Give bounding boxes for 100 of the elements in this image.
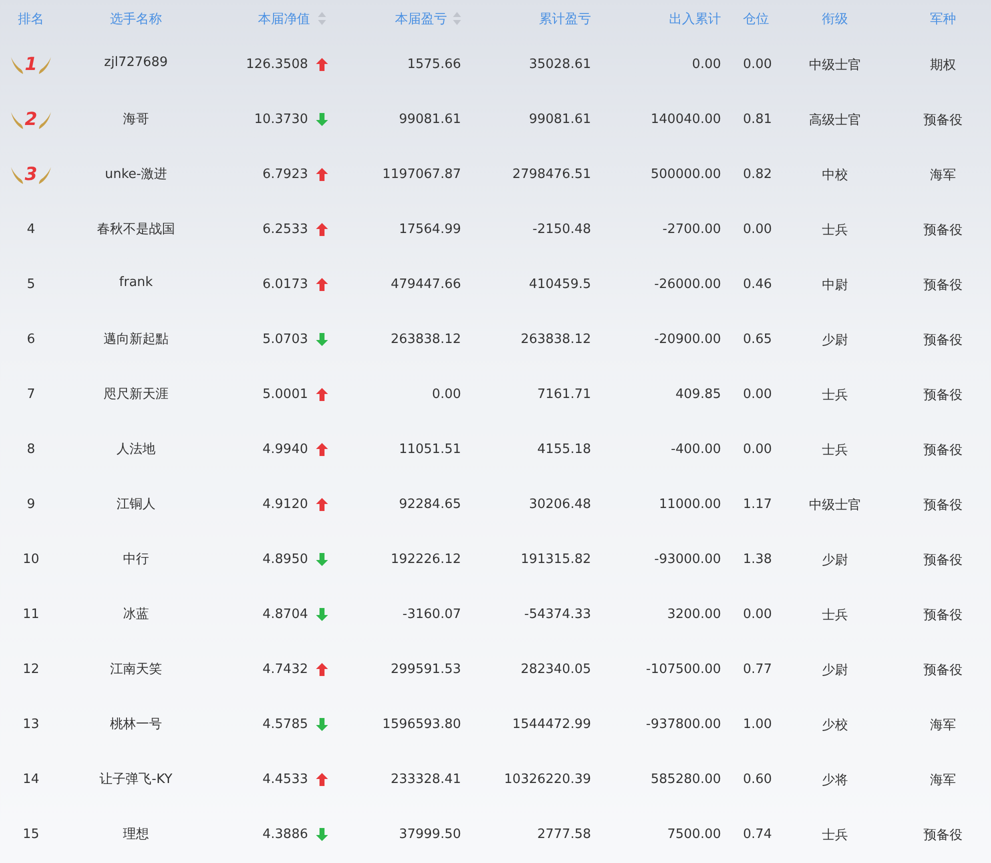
table-cell: 0.00 — [692, 57, 721, 72]
wing-icon — [38, 110, 52, 130]
table-cell: 2777.58 — [537, 827, 591, 842]
column-header: 本届盈亏 — [395, 10, 447, 28]
table-cell-text: 士兵 — [822, 826, 848, 844]
table-cell-text: 海军 — [930, 166, 956, 184]
net-value: 4.4533 — [262, 772, 308, 787]
player-name: 人法地 — [116, 441, 156, 458]
table-cell: 1.17 — [743, 497, 772, 512]
table-cell: 7500.00 — [667, 827, 721, 842]
table-cell: 37999.50 — [398, 827, 461, 842]
column-header: 出入累计 — [669, 10, 721, 28]
net-value: 4.8704 — [262, 607, 308, 622]
column-header: 选手名称 — [110, 10, 162, 28]
net-value: 5.0703 — [262, 332, 308, 347]
net-value: 5.0001 — [262, 387, 308, 402]
table-cell-text: 预备役 — [924, 112, 962, 128]
table-cell-text: 少尉 — [822, 552, 848, 568]
table-cell-text: 预备役 — [924, 662, 962, 678]
table-cell-text: 海军 — [930, 716, 956, 734]
table-cell: 4155.18 — [537, 442, 591, 457]
player-name: 理想 — [123, 826, 149, 843]
table-cell: 282340.05 — [520, 662, 591, 677]
table-cell: -107500.00 — [646, 662, 721, 677]
table-cell: 1596593.80 — [382, 717, 461, 732]
rank-number: 3 — [24, 164, 38, 185]
player-name: unke-激进 — [104, 166, 168, 183]
table-cell-text: 预备役 — [924, 222, 962, 238]
player-name: 邁向新起點 — [104, 331, 168, 348]
table-cell-text: 预备役 — [924, 442, 962, 458]
table-cell: 92284.65 — [398, 497, 461, 512]
player-name: 桃林一号 — [110, 716, 162, 733]
net-value: 4.9940 — [262, 442, 308, 457]
table-cell: 99081.61 — [398, 112, 461, 127]
table-cell: 192226.12 — [390, 552, 461, 567]
table-cell: -20900.00 — [654, 332, 721, 347]
player-name: 春秋不是战国 — [97, 221, 175, 238]
table-cell: 1.00 — [743, 717, 772, 732]
rank-number: 7 — [26, 387, 36, 402]
column-header: 本届净值 — [258, 10, 310, 28]
net-value: 6.0173 — [262, 277, 308, 292]
rank-number: 1 — [24, 54, 38, 75]
table-cell: 191315.82 — [520, 552, 591, 567]
table-cell-text: 士兵 — [822, 222, 848, 238]
net-value: 6.7923 — [262, 167, 308, 182]
table-cell-text: 海军 — [930, 772, 956, 788]
table-cell-text: 预备役 — [924, 826, 962, 844]
table-cell: 1575.66 — [407, 57, 461, 72]
table-cell-text: 中校 — [822, 166, 848, 184]
table-cell: 585280.00 — [650, 772, 721, 787]
table-cell: 30206.48 — [528, 497, 591, 512]
wing-icon — [10, 110, 24, 130]
table-cell: 35028.61 — [528, 57, 591, 72]
sort-icon[interactable] — [453, 12, 461, 25]
sort-icon[interactable] — [318, 12, 326, 25]
table-cell: 0.00 — [743, 387, 772, 402]
wing-icon — [10, 54, 24, 74]
net-value: 4.3886 — [262, 827, 308, 842]
table-cell: 99081.61 — [528, 112, 591, 127]
rank-number: 11 — [22, 607, 40, 622]
table-cell-text: 士兵 — [822, 442, 848, 458]
rank-number: 8 — [26, 442, 36, 457]
table-cell: 233328.41 — [390, 772, 461, 787]
column-header: 排名 — [18, 10, 44, 28]
table-cell: 479447.66 — [390, 277, 461, 292]
table-cell: 500000.00 — [650, 167, 721, 182]
net-value: 4.8950 — [262, 552, 308, 567]
table-cell: 1.38 — [743, 552, 772, 567]
table-cell-text: 预备役 — [924, 276, 962, 294]
table-cell-text: 中级士官 — [809, 496, 861, 514]
rank-number: 4 — [26, 222, 36, 237]
table-cell: 0.46 — [743, 277, 772, 292]
table-cell: 0.77 — [743, 662, 772, 677]
table-cell: 0.00 — [432, 387, 461, 402]
net-value: 6.2533 — [262, 222, 308, 237]
table-cell-text: 士兵 — [822, 386, 848, 404]
table-cell: 1197067.87 — [382, 167, 461, 182]
table-cell: 10326220.39 — [504, 772, 591, 787]
table-cell: 263838.12 — [520, 332, 591, 347]
table-cell: -3160.07 — [402, 607, 461, 622]
table-cell: 0.65 — [743, 332, 772, 347]
table-cell: 299591.53 — [390, 662, 461, 677]
table-cell-text: 中级士官 — [809, 56, 861, 74]
table-cell-text: 少尉 — [822, 662, 848, 678]
rank-number: 9 — [26, 497, 36, 512]
table-cell: 11000.00 — [658, 497, 721, 512]
table-cell: 7161.71 — [537, 387, 591, 402]
table-cell-text: 期权 — [930, 56, 956, 74]
player-name: 海哥 — [123, 111, 149, 128]
table-cell: 0.82 — [743, 167, 772, 182]
rank-number: 2 — [24, 109, 38, 130]
table-cell: 263838.12 — [390, 332, 461, 347]
table-cell-text: 高级士官 — [809, 112, 861, 128]
player-name: 江南天笑 — [110, 661, 162, 678]
table-cell: 0.00 — [743, 57, 772, 72]
table-cell: -54374.33 — [524, 607, 591, 622]
rank-number: 14 — [22, 772, 40, 787]
table-cell: 3200.00 — [667, 607, 721, 622]
table-cell: -93000.00 — [654, 552, 721, 567]
column-header: 累计盈亏 — [539, 10, 591, 28]
